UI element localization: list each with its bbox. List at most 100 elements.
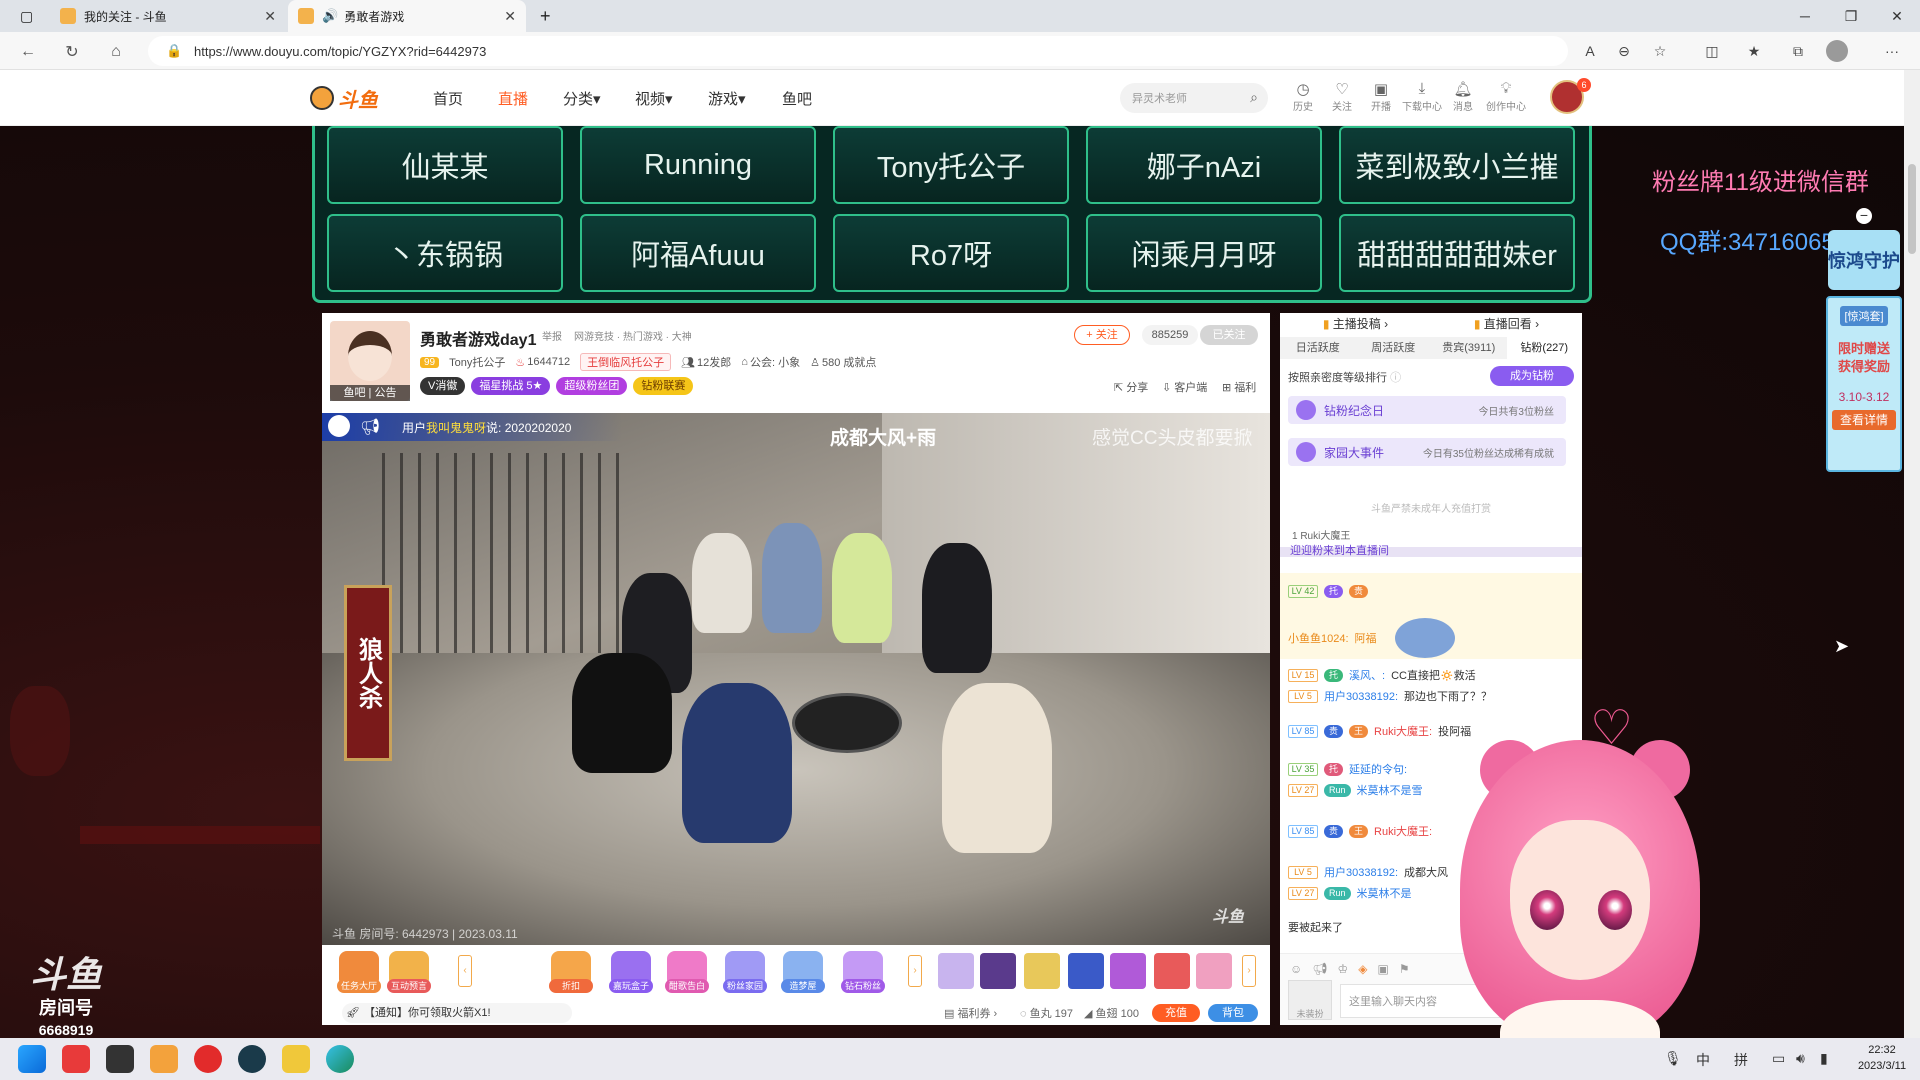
streamer-avatar[interactable]: 鱼吧 | 公告	[330, 321, 410, 401]
share-button[interactable]: ⇱ 分享	[1114, 379, 1148, 395]
scrollbar-thumb[interactable]	[1908, 164, 1916, 254]
nav-fishbar[interactable]: 鱼吧	[782, 88, 812, 109]
streamer-button[interactable]: Tony托公子	[833, 126, 1069, 204]
nav-live[interactable]: 直播	[498, 88, 528, 109]
ime-pinyin[interactable]: 拼	[1734, 1050, 1748, 1070]
room-category[interactable]: 网游竞技 · 热门游戏 · 大神	[574, 328, 692, 343]
promo-detail-button[interactable]: 查看详情	[1832, 410, 1896, 430]
gift-item[interactable]	[938, 953, 974, 989]
close-tab-icon[interactable]: ✕	[264, 8, 276, 25]
host-name[interactable]: Tony托公子	[449, 354, 505, 370]
prediction-button[interactable]: 互动预言	[384, 951, 434, 993]
streamer-button[interactable]: 仙某某	[327, 126, 563, 204]
emoji-icon[interactable]: ☺	[1290, 962, 1302, 976]
favorites-icon[interactable]: ★	[1742, 40, 1766, 62]
creator-button[interactable]: 💡︎ 创作中心	[1486, 80, 1526, 113]
page-scrollbar[interactable]	[1904, 70, 1920, 1038]
toy-box-button[interactable]: 嘉玩盒子	[606, 951, 656, 993]
welfare-coupon[interactable]: ▤ 福利券 ›	[944, 1005, 997, 1021]
streamer-button[interactable]: 娜子nAzi	[1086, 126, 1322, 204]
new-tab-button[interactable]: +	[530, 0, 560, 32]
diamond-fan-button[interactable]: 钻石粉丝	[838, 951, 888, 993]
gift-item[interactable]	[1110, 953, 1146, 989]
rocket-notice[interactable]: 🚀︎ 【通知】你可领取火箭X1!	[342, 1003, 572, 1023]
app-icon[interactable]	[62, 1045, 90, 1073]
tab-streamer-posts[interactable]: ▮ 主播投稿 ›	[1280, 313, 1431, 335]
nav-category[interactable]: 分类▾	[563, 88, 601, 109]
fans-group[interactable]: 12发郎	[697, 354, 731, 370]
message-button[interactable]: 🔔︎ 消息	[1443, 80, 1483, 113]
super-fans-pill[interactable]: 超级粉丝团	[556, 377, 628, 395]
minimize-button[interactable]: ─	[1782, 0, 1828, 32]
app-icon[interactable]	[238, 1045, 266, 1073]
follow-button[interactable]: + 关注	[1074, 325, 1130, 345]
chat-user-avatar[interactable]: 未装扮	[1288, 980, 1332, 1020]
promo-close-icon[interactable]: −	[1856, 208, 1872, 224]
fan-home-button[interactable]: 粉丝家园	[720, 951, 770, 993]
diamond-league-pill[interactable]: 钻粉联赛	[633, 377, 694, 395]
bonus-icon[interactable]: ◈	[1358, 962, 1367, 976]
medal-icon[interactable]: ▣	[1378, 962, 1389, 976]
history-button[interactable]: ◷ 历史	[1283, 80, 1323, 113]
nav-home[interactable]: 首页	[433, 88, 463, 109]
gift-right-arrow[interactable]: ›	[908, 955, 922, 987]
collections-icon[interactable]: ⧉	[1786, 40, 1810, 62]
tab-weekly-active[interactable]: 周活跃度	[1356, 337, 1432, 359]
home-event-row[interactable]: 家园大事件 今日有35位粉丝达成稀有成就	[1288, 438, 1566, 466]
tab-vip[interactable]: 贵宾(3911)	[1431, 337, 1507, 359]
zoom-icon[interactable]: ⊖	[1612, 40, 1636, 62]
lock-icon[interactable]: 🔒	[166, 43, 182, 59]
app-icon[interactable]	[106, 1045, 134, 1073]
avatar-label[interactable]: 鱼吧 | 公告	[330, 385, 410, 401]
more-menu-icon[interactable]: ···	[1880, 40, 1904, 62]
network-icon[interactable]: ▭	[1772, 1050, 1785, 1067]
windows-start-icon[interactable]	[18, 1045, 46, 1073]
douyu-app-icon[interactable]	[150, 1045, 178, 1073]
v-badge-pill[interactable]: V消徽	[420, 377, 466, 395]
netease-music-icon[interactable]	[194, 1045, 222, 1073]
gift-item[interactable]	[980, 953, 1016, 989]
app-icon[interactable]	[282, 1045, 310, 1073]
flag-icon[interactable]: ⚑	[1399, 962, 1410, 976]
tab-active[interactable]: 🔊 勇敢者游戏 ✕	[288, 0, 526, 32]
rank-first-user[interactable]: 1 Ruki大魔王	[1292, 527, 1350, 542]
become-diamond-fan-button[interactable]: 成为钻粉	[1490, 366, 1574, 386]
close-window-button[interactable]: ✕	[1874, 0, 1920, 32]
confession-button[interactable]: 酣歌告白	[662, 951, 712, 993]
microphone-icon[interactable]: 🎙︎	[1664, 1050, 1682, 1067]
promo-banner[interactable]: 惊鸿守护 [惊鸿套] 限时赠送 获得奖励 3.10-3.12 查看详情	[1824, 220, 1904, 472]
task-hall-button[interactable]: 任务大厅	[334, 951, 384, 993]
back-icon[interactable]: ←	[14, 40, 42, 64]
search-input[interactable]: 异灵术老师 ⌕	[1120, 83, 1268, 113]
followed-button[interactable]: 已关注	[1200, 325, 1258, 345]
nav-video[interactable]: 视频▾	[635, 88, 673, 109]
tab-replay[interactable]: ▮ 直播回看 ›	[1431, 313, 1582, 335]
report-link[interactable]: 举报	[542, 328, 562, 343]
sidebar-toggle-icon[interactable]: ▢	[20, 8, 33, 25]
split-screen-icon[interactable]: ◫	[1700, 40, 1724, 62]
home-icon[interactable]: ⌂	[102, 40, 130, 64]
help-icon[interactable]: ⓘ	[1390, 372, 1401, 384]
read-aloud-icon[interactable]: A	[1578, 40, 1602, 62]
profile-icon[interactable]	[1826, 40, 1848, 62]
battery-icon[interactable]: ▮	[1820, 1050, 1828, 1067]
tab-diamond-fans[interactable]: 钻粉(227)	[1506, 337, 1582, 359]
diamond-anniversary-row[interactable]: 钻粉纪念日 今日共有3位粉丝	[1288, 396, 1566, 424]
streamer-button[interactable]: 甜甜甜甜甜妹er	[1339, 214, 1575, 292]
streamer-button[interactable]: 阿福Afuuu	[580, 214, 816, 292]
url-input[interactable]: 🔒 https://www.douyu.com/topic/YGZYX?rid=…	[148, 36, 1568, 66]
achievements[interactable]: 580 成就点	[822, 354, 876, 370]
tab-my-follows[interactable]: ▢	[10, 0, 50, 32]
volume-icon[interactable]: 🔊︎	[1796, 1050, 1805, 1067]
download-button[interactable]: ⤓ 下载中心	[1402, 80, 1442, 113]
refresh-icon[interactable]: ↻	[58, 40, 86, 64]
honor-tag[interactable]: 王倒临风托公子	[580, 353, 672, 371]
system-clock[interactable]: 22:32 2023/3/11	[1848, 1042, 1916, 1074]
tab-inactive[interactable]: 我的关注 - 斗鱼 ✕	[50, 0, 286, 32]
streamer-button[interactable]: 闲乘月月呀	[1086, 214, 1322, 292]
gift-item[interactable]	[1024, 953, 1060, 989]
crown-icon[interactable]: ♔	[1338, 962, 1349, 976]
guild[interactable]: 公会: 小象	[750, 354, 800, 370]
restore-button[interactable]: ❐	[1828, 0, 1874, 32]
douyu-logo[interactable]: 斗鱼	[310, 83, 382, 113]
